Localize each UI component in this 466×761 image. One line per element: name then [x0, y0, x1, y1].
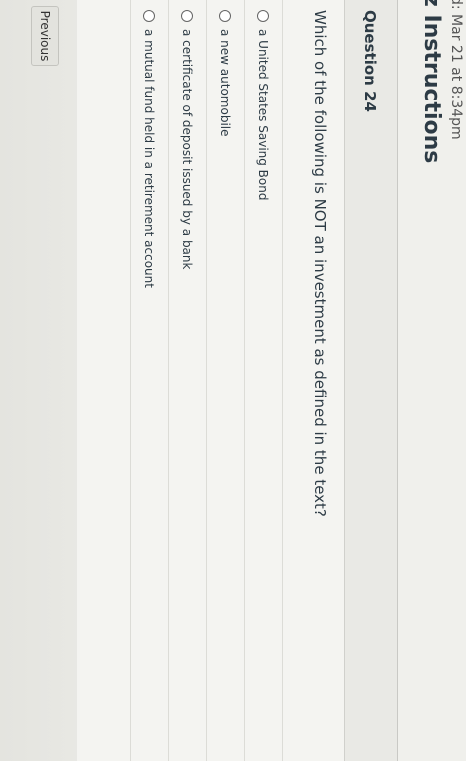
answer-option-3[interactable]: a certificate of deposit issued by a ban…	[169, 0, 207, 761]
due-date-text: d: Mar 21 at 8:34pm	[448, 0, 464, 140]
question-number: Question 24	[361, 10, 379, 112]
radio-button[interactable]	[219, 10, 232, 22]
radio-button[interactable]	[143, 10, 156, 22]
previous-button[interactable]: Previous	[31, 6, 59, 66]
question-header: Question 24	[344, 0, 397, 761]
page-canvas: d: Mar 21 at 8:34pm z Instructions Quest…	[0, 0, 466, 761]
answer-option-1[interactable]: a United States Saving Bond	[245, 0, 283, 761]
answer-label: a mutual fund held in a retirement accou…	[142, 29, 157, 288]
answer-label: a new automobile	[218, 29, 233, 137]
quiz-instructions-heading: z Instructions	[419, 0, 444, 164]
answer-label: a United States Saving Bond	[256, 29, 271, 201]
answer-label: a certificate of deposit issued by a ban…	[180, 29, 195, 270]
radio-button[interactable]	[257, 10, 270, 22]
radio-button[interactable]	[181, 10, 194, 22]
question-text: Which of the following is NOT an investm…	[311, 10, 329, 517]
answer-list: a United States Saving Bond a new automo…	[130, 0, 283, 761]
answer-option-2[interactable]: a new automobile	[207, 0, 245, 761]
answer-option-4[interactable]: a mutual fund held in a retirement accou…	[130, 0, 169, 761]
question-card: Question 24 Which of the following is NO…	[77, 0, 398, 761]
